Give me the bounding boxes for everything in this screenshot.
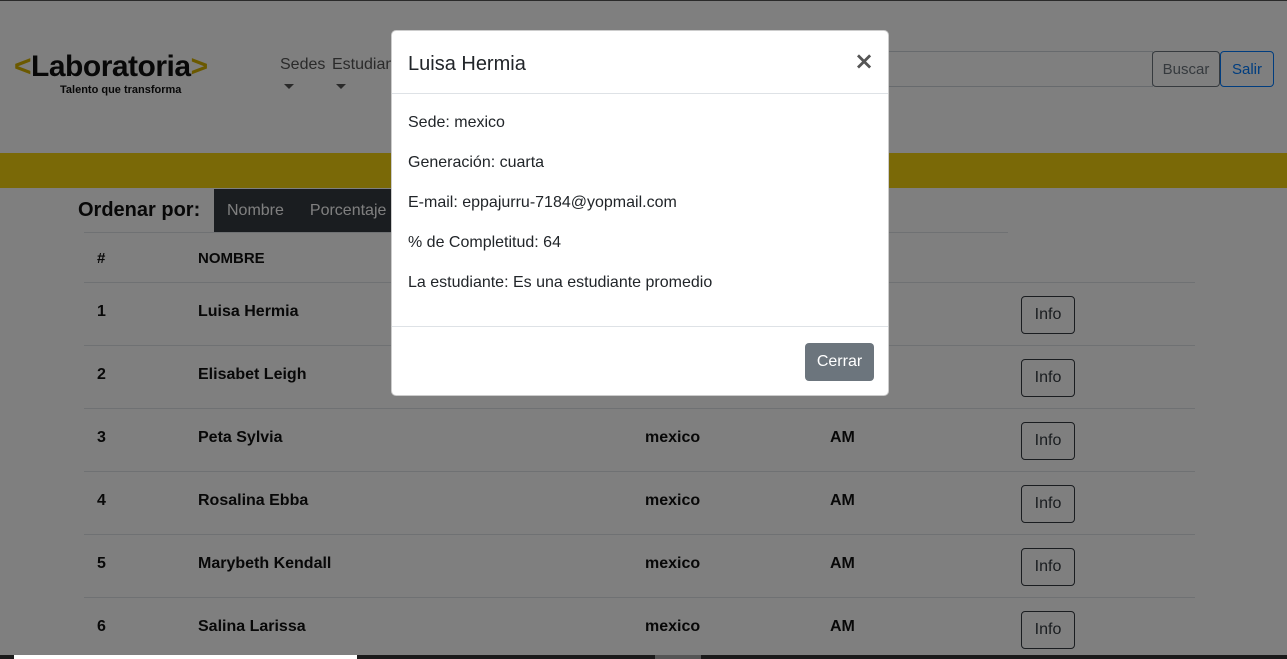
modal-footer: Cerrar [392, 326, 888, 395]
modal-completitud-line: % de Completitud: 64 [408, 234, 561, 251]
modal-estudiante-line: La estudiante: Es una estudiante promedi… [408, 274, 713, 291]
modal-header: Luisa Hermia × [392, 31, 888, 94]
scrollbar-track [357, 655, 1287, 659]
cerrar-button[interactable]: Cerrar [805, 343, 874, 381]
close-icon[interactable]: × [852, 47, 876, 75]
modal-sede-line: Sede: mexico [408, 114, 505, 131]
scrollbar-track [0, 655, 14, 659]
scrollbar-marker [655, 655, 701, 659]
modal-body: Sede: mexico Generación: cuarta E-mail: … [392, 94, 888, 326]
horizontal-scrollbar-thumb[interactable] [14, 655, 357, 659]
modal-email-line: E-mail: eppajurru-7184@yopmail.com [408, 194, 677, 211]
modal-title: Luisa Hermia [408, 53, 526, 75]
student-info-modal: Luisa Hermia × Sede: mexico Generación: … [391, 30, 889, 396]
modal-generacion-line: Generación: cuarta [408, 154, 545, 171]
